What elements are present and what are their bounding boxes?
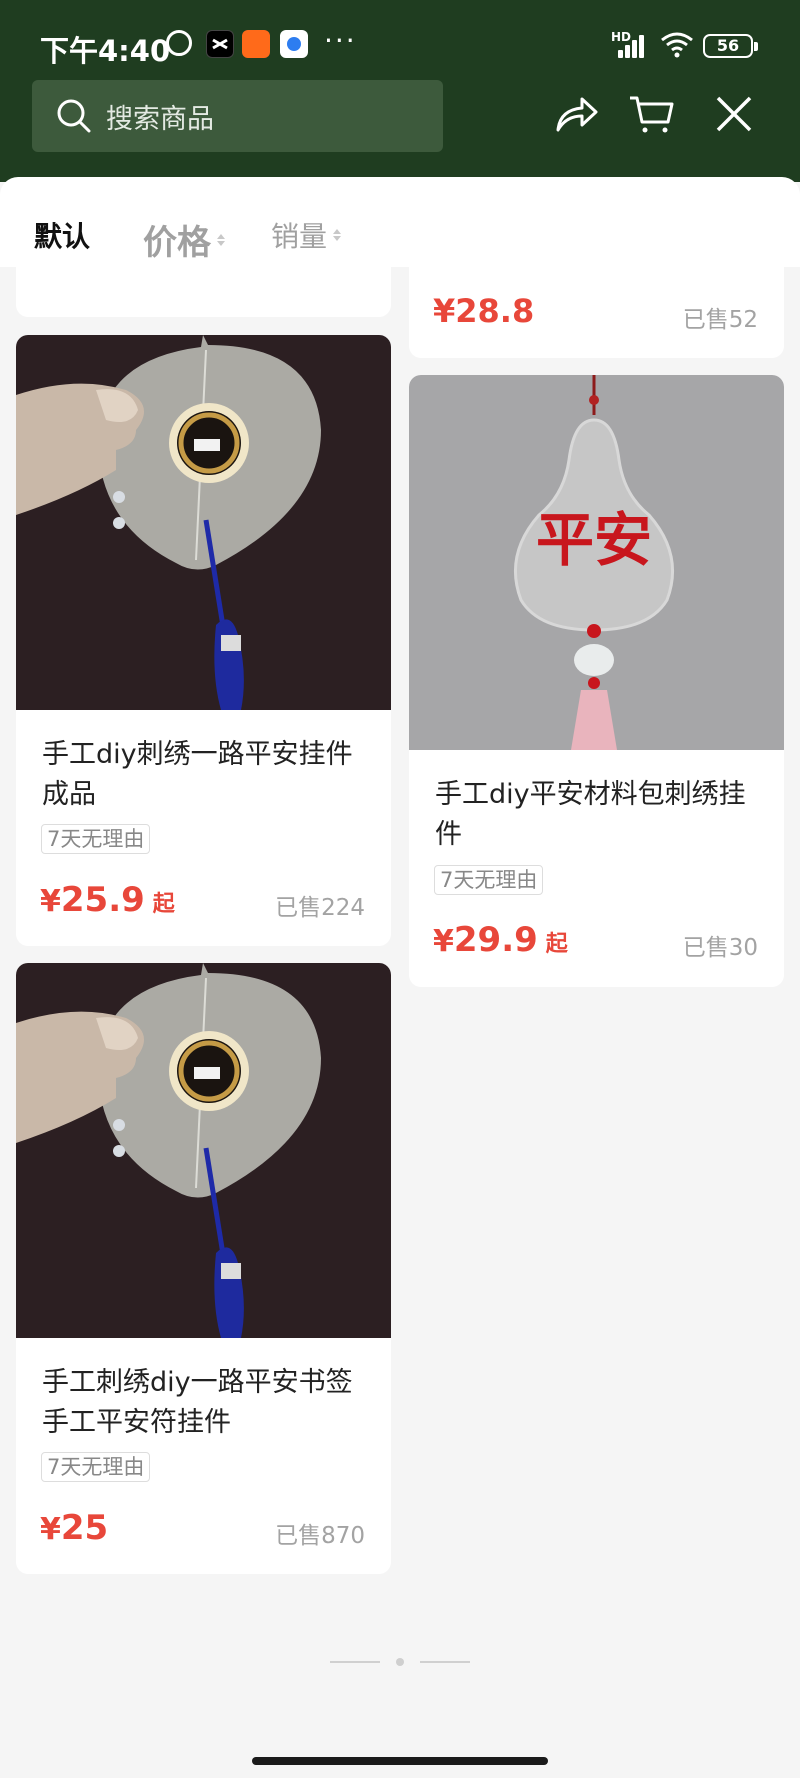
return-policy-badge: 7天无理由	[434, 865, 544, 895]
app-notification-icon	[280, 30, 308, 58]
product-sold-count: 已售52	[682, 307, 758, 333]
product-title[interactable]: 手工diy平安材料包刺绣挂件	[435, 775, 765, 855]
share-icon[interactable]	[552, 90, 600, 138]
more-notifications-icon: ···	[324, 24, 357, 57]
sort-price-tab[interactable]: 价格	[143, 215, 225, 264]
battery-icon: 56	[703, 34, 758, 58]
product-card[interactable]: 手工diy刺绣一路平安挂件成品 7天无理由 ¥25.9 起 已售224	[16, 335, 391, 946]
capcut-app-icon	[206, 30, 234, 58]
product-price: ¥29.9 起	[433, 920, 568, 960]
return-policy-badge: 7天无理由	[41, 824, 151, 854]
sort-arrows-icon	[333, 229, 342, 241]
product-price: ¥25	[40, 1508, 109, 1548]
product-card-partial[interactable]: ¥28.8 已售52	[409, 262, 784, 358]
product-price: ¥25.9 起	[40, 880, 175, 920]
return-policy-badge: 7天无理由	[41, 1452, 151, 1482]
search-input[interactable]: 搜索商品	[32, 80, 443, 152]
sort-sales-tab[interactable]: 销量	[271, 215, 342, 255]
wifi-icon	[661, 32, 693, 58]
product-sold-count: 已售870	[275, 1523, 365, 1549]
product-title[interactable]: 手工diy刺绣一路平安挂件成品	[42, 735, 372, 815]
product-sold-count: 已售30	[682, 935, 758, 961]
product-price: ¥28.8	[433, 292, 535, 330]
search-placeholder: 搜索商品	[106, 103, 214, 135]
svg-text:平安: 平安	[536, 506, 652, 574]
product-card[interactable]: 手工刺绣diy一路平安书签手工平安符挂件 7天无理由 ¥25 已售870	[16, 963, 391, 1574]
sort-arrows-icon	[217, 233, 225, 246]
signal-icon	[618, 32, 650, 58]
sort-sales-label: 销量	[271, 220, 328, 253]
alarm-icon	[166, 30, 192, 56]
sort-price-label: 价格	[143, 223, 211, 263]
search-icon	[57, 99, 91, 133]
scroll-indicator	[330, 1657, 470, 1667]
cart-icon[interactable]	[628, 90, 676, 138]
product-image[interactable]: 平安	[409, 375, 784, 750]
sort-default-label: 默认	[34, 220, 91, 253]
status-bar: 下午4:40 ··· HD 56	[0, 0, 800, 80]
sort-default-tab[interactable]: 默认	[34, 215, 90, 255]
sort-bar: 默认 价格 销量	[0, 177, 800, 267]
product-card-partial[interactable]	[16, 262, 391, 317]
status-time: 下午4:40	[40, 34, 171, 68]
header: 下午4:40 ··· HD 56 搜索商品	[0, 0, 800, 182]
product-image[interactable]	[16, 335, 391, 710]
product-title[interactable]: 手工刺绣diy一路平安书签手工平安符挂件	[42, 1363, 372, 1443]
product-card[interactable]: 平安 手工diy平安材料包刺绣挂件 7天无理由 ¥29.9 起 已售30	[409, 375, 784, 987]
product-image[interactable]	[16, 963, 391, 1338]
taobao-app-icon	[242, 30, 270, 58]
close-icon[interactable]	[710, 90, 758, 138]
home-indicator[interactable]	[252, 1757, 548, 1765]
product-sold-count: 已售224	[275, 895, 365, 921]
